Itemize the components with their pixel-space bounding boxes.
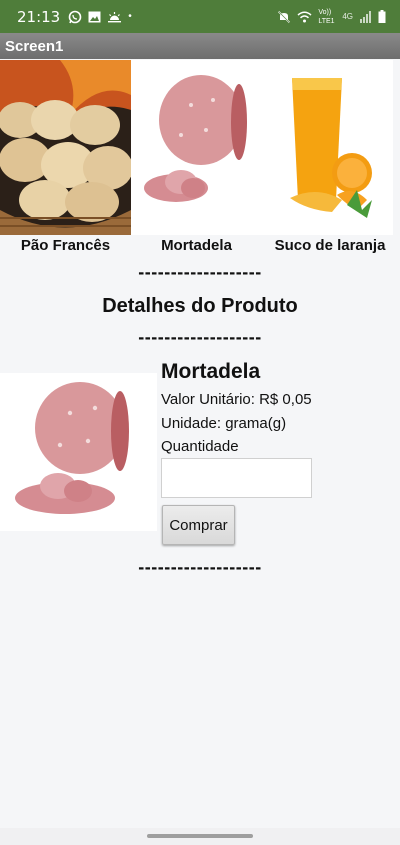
volte-label: Vo)) LTE1: [318, 8, 335, 25]
wifi-icon: [297, 11, 312, 22]
signal-icon: [360, 10, 371, 23]
divider-bottom: -------------------: [138, 557, 262, 577]
app-title: Screen1: [5, 37, 64, 55]
mortadella-image[interactable]: [131, 60, 262, 235]
unit-price-text: Valor Unitário: R$ 0,05: [161, 391, 312, 408]
divider-middle: -------------------: [138, 327, 262, 347]
weather-icon: [108, 11, 122, 22]
network-label: 4G: [342, 12, 353, 21]
status-bar: 21:13 • Vo)) LTE1 4G: [0, 0, 400, 33]
quantity-label: Quantidade: [161, 438, 239, 455]
mute-icon: [278, 10, 291, 23]
orange-juice-image[interactable]: [262, 60, 393, 235]
whatsapp-icon: [68, 10, 82, 23]
detail-product-image: [0, 373, 157, 531]
product-label-mortadella: Mortadela: [161, 237, 232, 254]
section-title: Detalhes do Produto: [102, 295, 298, 317]
quantity-input[interactable]: [161, 458, 312, 498]
bread-image[interactable]: [0, 60, 131, 235]
unit-text: Unidade: grama(g): [161, 415, 287, 432]
product-label-bread: Pão Francês: [20, 237, 111, 254]
divider-top: -------------------: [138, 262, 262, 282]
buy-button[interactable]: Comprar: [162, 505, 235, 545]
home-gesture-handle[interactable]: [147, 834, 253, 838]
battery-icon: [378, 10, 386, 23]
app-title-bar: Screen1: [0, 33, 400, 59]
status-time: 21:13: [17, 7, 61, 26]
system-nav-bar: [0, 828, 400, 845]
product-label-juice: Suco de laranja: [274, 237, 386, 254]
image-icon: [88, 11, 101, 22]
notification-dot: •: [128, 11, 132, 22]
detail-product-name: Mortadela: [161, 360, 261, 383]
